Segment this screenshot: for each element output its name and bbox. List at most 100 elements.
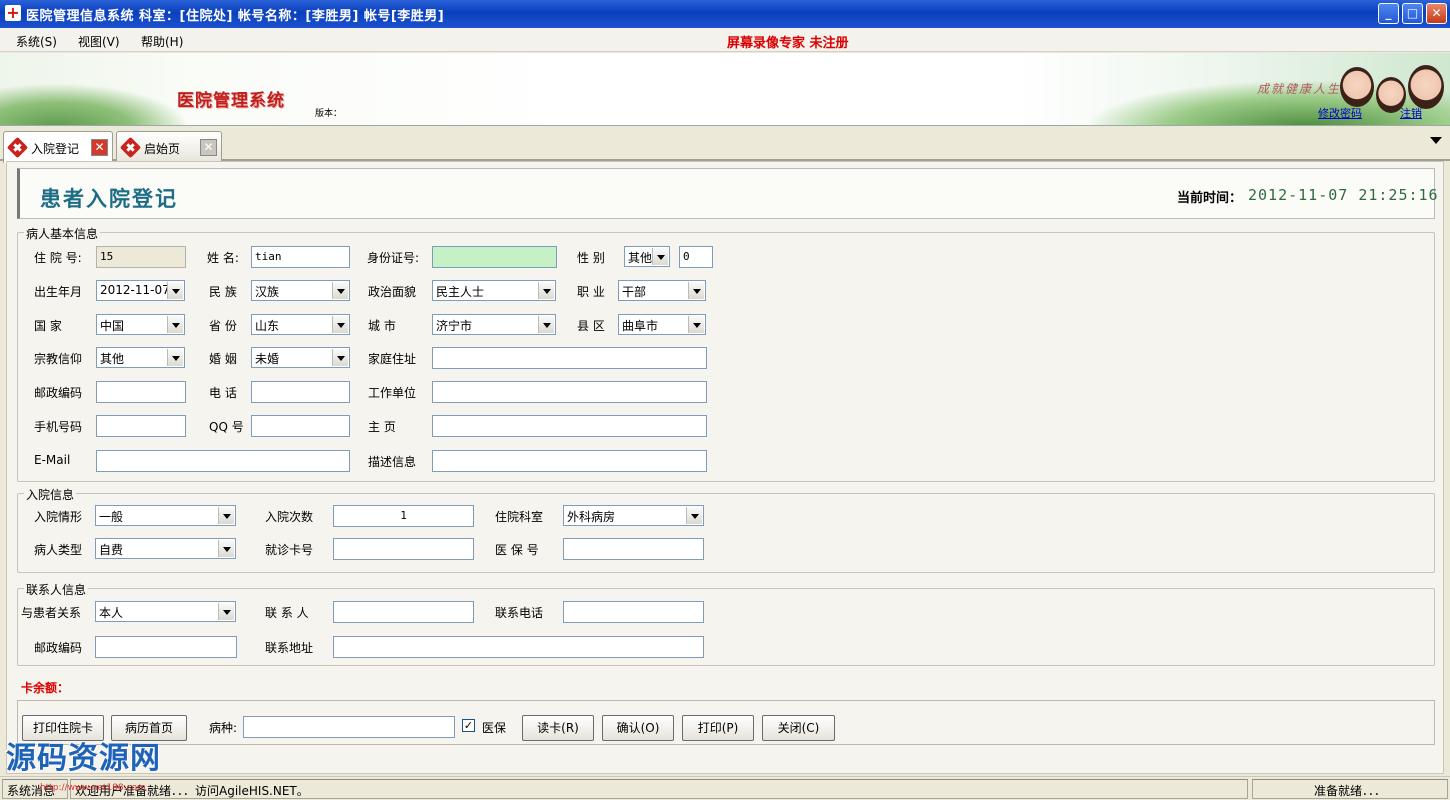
chevron-down-icon xyxy=(218,540,234,557)
ethnic-select[interactable]: 汉族 xyxy=(251,280,350,301)
gender-code-field[interactable]: 0 xyxy=(679,246,713,268)
contact-person-field[interactable] xyxy=(333,601,474,623)
qq-label: QQ 号 xyxy=(209,420,244,434)
tab-strip: 入院登记 ✕ 启始页 ✕ xyxy=(0,127,1450,163)
tab-admission[interactable]: 入院登记 ✕ xyxy=(3,131,113,163)
close-icon[interactable]: ✕ xyxy=(200,139,217,156)
chevron-down-icon xyxy=(218,603,234,620)
phone-field[interactable] xyxy=(251,381,350,403)
chevron-down-icon xyxy=(218,507,234,524)
tab-start[interactable]: 启始页 ✕ xyxy=(116,131,222,161)
tab-label: 入院登记 xyxy=(31,142,80,156)
logout-link[interactable]: 注销 xyxy=(1400,105,1422,121)
admission-times-field[interactable]: 1 xyxy=(333,505,474,527)
close-icon[interactable]: ✕ xyxy=(91,139,108,156)
address-field[interactable] xyxy=(432,347,707,369)
menu-view[interactable]: 视图(V) xyxy=(78,33,120,50)
postcode-field[interactable] xyxy=(96,381,186,403)
medical-cross-icon xyxy=(119,136,142,159)
insurance-checkbox[interactable]: ✓ xyxy=(462,719,475,732)
status-message: 欢迎用户准备就绪．．．访问AgileHIS.NET。 xyxy=(70,779,1248,799)
work-unit-field[interactable] xyxy=(432,381,707,403)
page-title: 患者入院登记 xyxy=(40,187,178,211)
contact-phone-label: 联系电话 xyxy=(495,606,544,620)
work-unit-label: 工作单位 xyxy=(368,386,417,400)
situation-label: 入院情形 xyxy=(34,510,83,524)
job-label: 职 业 xyxy=(577,285,605,299)
insurance-no-field[interactable] xyxy=(563,538,704,560)
dept-select[interactable]: 外科病房 xyxy=(563,505,704,526)
contact-postcode-field[interactable] xyxy=(95,636,237,658)
mobile-label: 手机号码 xyxy=(34,420,83,434)
chevron-down-icon xyxy=(688,282,704,299)
admission-form: 患者入院登记 当前时间： 2012-11-07 21:25:16 病人基本信息 … xyxy=(6,161,1444,774)
political-select[interactable]: 民主人士 xyxy=(432,280,556,301)
maximize-button[interactable]: □ xyxy=(1402,3,1423,24)
change-password-link[interactable]: 修改密码 xyxy=(1318,105,1362,121)
qq-field[interactable] xyxy=(251,415,350,437)
id-card-label: 身份证号: xyxy=(367,251,420,265)
print-button[interactable]: 打印(P) xyxy=(682,715,754,741)
marriage-select[interactable]: 未婚 xyxy=(251,347,350,368)
read-card-button[interactable]: 读卡(R) xyxy=(522,715,594,741)
homepage-field[interactable] xyxy=(432,415,707,437)
slogan: 成就健康人生 xyxy=(1257,82,1342,96)
form-header: 患者入院登记 当前时间： 2012-11-07 21:25:16 xyxy=(17,168,1438,219)
admission-times-label: 入院次数 xyxy=(265,510,314,524)
card-no-field[interactable] xyxy=(333,538,474,560)
relation-select[interactable]: 本人 xyxy=(95,601,236,622)
close-form-button[interactable]: 关闭(C) xyxy=(762,715,835,741)
name-label: 姓 名: xyxy=(207,251,239,265)
province-label: 省 份 xyxy=(209,319,237,333)
chevron-down-icon xyxy=(332,282,348,299)
disease-field[interactable] xyxy=(243,716,455,738)
site-logo-overlay: 源码资源网 xyxy=(6,741,161,776)
city-label: 城 市 xyxy=(368,319,396,333)
city-select[interactable]: 济宁市 xyxy=(432,314,556,335)
chevron-down-icon xyxy=(332,349,348,366)
confirm-button[interactable]: 确认(O) xyxy=(602,715,674,741)
marriage-label: 婚 姻 xyxy=(209,352,237,366)
contact-address-field[interactable] xyxy=(333,636,704,658)
situation-select[interactable]: 一般 xyxy=(95,505,236,526)
menu-help[interactable]: 帮助(H) xyxy=(141,33,183,50)
description-field[interactable] xyxy=(432,450,707,472)
id-card-field[interactable] xyxy=(432,246,557,268)
email-field[interactable] xyxy=(96,450,350,472)
app-cross-icon: + xyxy=(5,3,21,22)
religion-select[interactable]: 其他 xyxy=(96,347,185,368)
mobile-field[interactable] xyxy=(96,415,186,437)
inpatient-no-label: 住 院 号: xyxy=(34,251,82,265)
inpatient-no-field[interactable]: 15 xyxy=(96,246,186,268)
province-select[interactable]: 山东 xyxy=(251,314,350,335)
chevron-down-icon xyxy=(652,248,668,265)
contact-postcode-label: 邮政编码 xyxy=(34,641,83,655)
job-select[interactable]: 干部 xyxy=(618,280,706,301)
homepage-label: 主 页 xyxy=(368,420,396,434)
tab-list-dropdown-icon[interactable] xyxy=(1430,137,1442,144)
menu-system[interactable]: 系统(S) xyxy=(16,33,57,50)
status-ready: 准备就绪．．． xyxy=(1252,779,1448,799)
version-label: 版本： xyxy=(315,109,343,119)
patient-type-select[interactable]: 自费 xyxy=(95,538,236,559)
minimize-button[interactable]: _ xyxy=(1378,3,1399,24)
religion-label: 宗教信仰 xyxy=(34,352,83,366)
contact-phone-field[interactable] xyxy=(563,601,704,623)
card-no-label: 就诊卡号 xyxy=(265,543,314,557)
close-window-button[interactable]: ✕ xyxy=(1426,3,1447,24)
disease-label: 病种: xyxy=(209,721,238,735)
name-field[interactable]: tian xyxy=(251,246,350,268)
group-label: 病人基本信息 xyxy=(24,225,101,242)
patient-type-label: 病人类型 xyxy=(34,543,83,557)
chevron-down-icon xyxy=(688,316,704,333)
menu-bar: 系统(S) 视图(V) 帮助(H) 屏幕录像专家 未注册 xyxy=(0,28,1450,52)
group-label: 联系人信息 xyxy=(24,581,89,598)
chevron-down-icon xyxy=(538,282,554,299)
birth-date-picker[interactable]: 2012-11-07 xyxy=(96,280,185,301)
current-time-value: 2012-11-07 21:25:16 xyxy=(1248,186,1439,204)
county-select[interactable]: 曲阜市 xyxy=(618,314,706,335)
country-select[interactable]: 中国 xyxy=(96,314,185,335)
gender-select[interactable]: 其他 xyxy=(624,246,670,267)
chevron-down-icon xyxy=(332,316,348,333)
chevron-down-icon xyxy=(538,316,554,333)
